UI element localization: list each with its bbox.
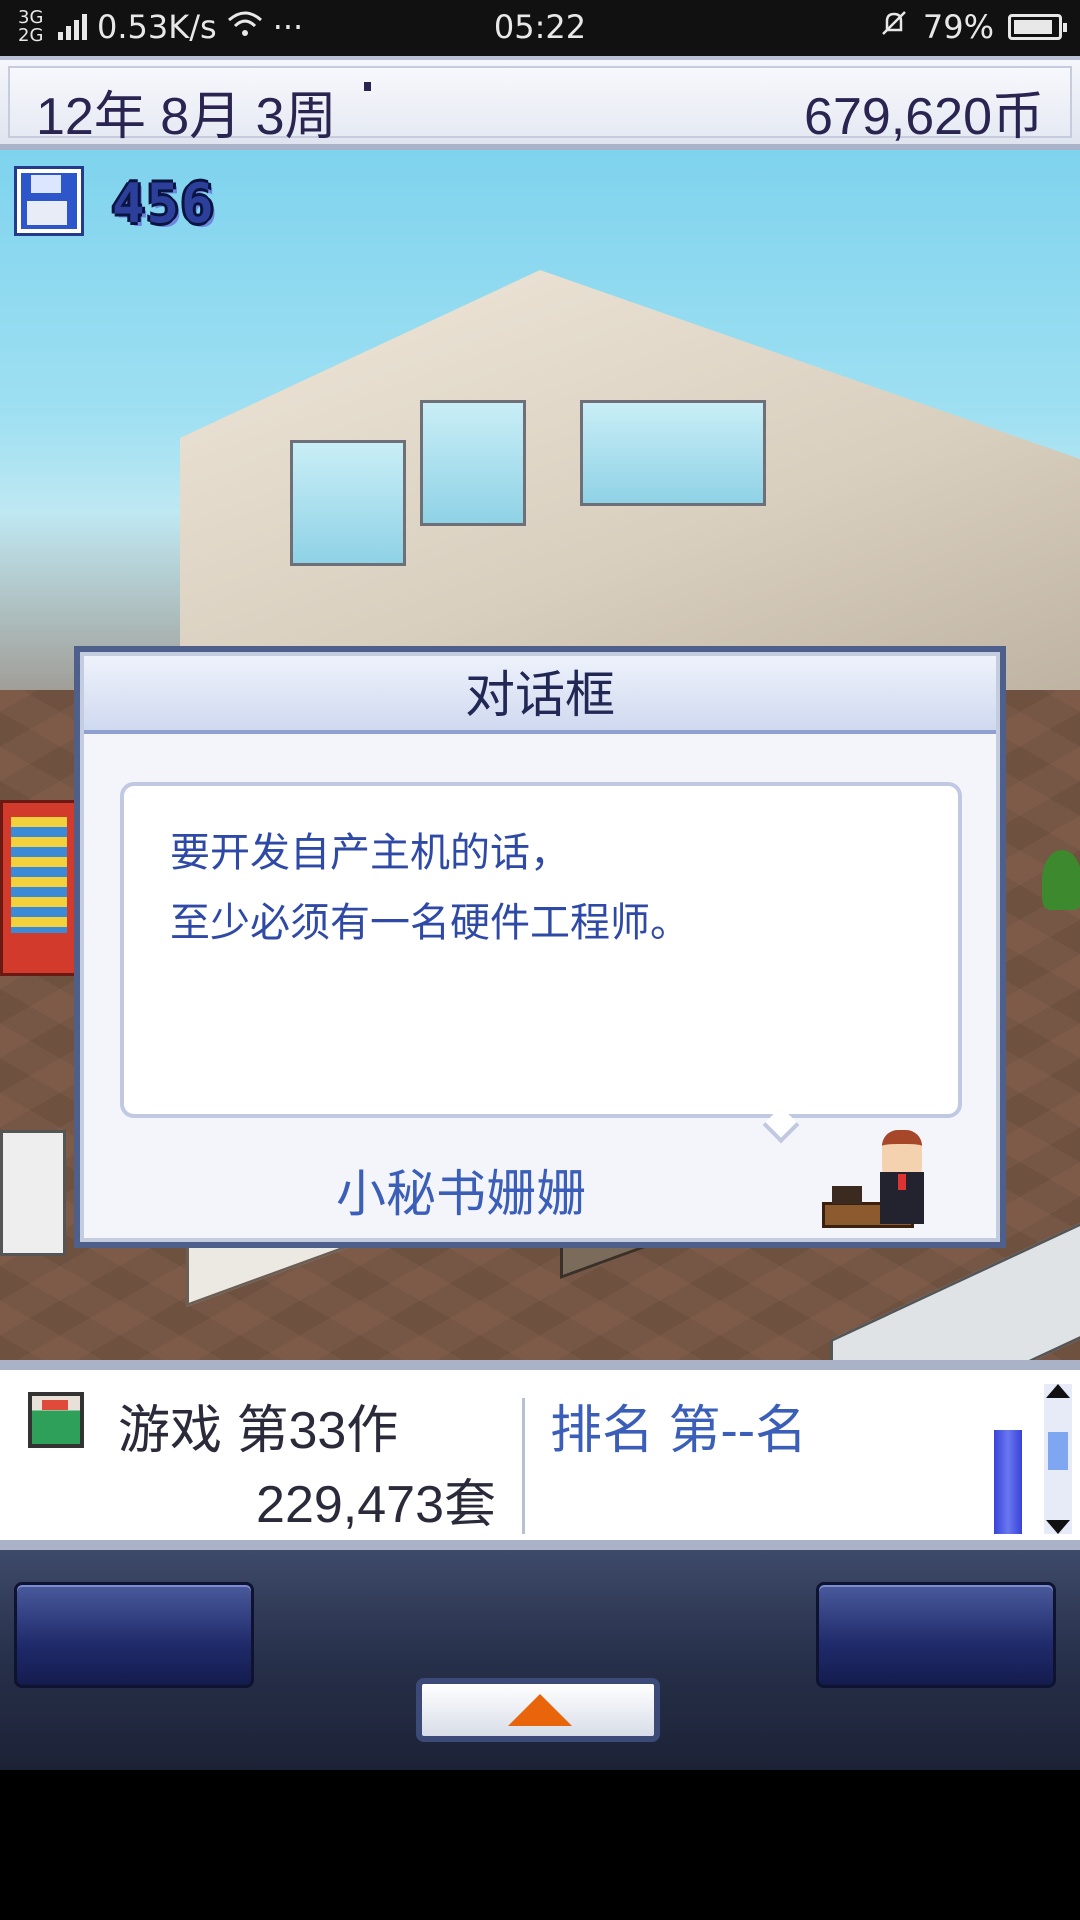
save-icon [14, 166, 84, 236]
battery-percent: 79% [922, 8, 994, 46]
office-scene[interactable]: 456 对话框 要开发自产主机的话， 至少必须有一名硬件工程师。 小秘书姗姗 [0, 150, 1080, 1360]
game-cartridge-icon [28, 1392, 84, 1448]
scroll-down-icon[interactable] [1046, 1520, 1070, 1534]
status-bar: 3G 2G 0.53K/s ··· 05:22 79% [0, 0, 1080, 56]
right-action-button[interactable] [816, 1582, 1056, 1688]
speech-bubble: 要开发自产主机的话， 至少必须有一名硬件工程师。 [120, 782, 962, 1118]
control-bar [0, 1550, 1080, 1770]
info-scrollbar[interactable] [1044, 1384, 1072, 1534]
rank-bar [994, 1430, 1022, 1534]
shelf [0, 1130, 66, 1256]
week-marker [364, 82, 371, 91]
left-action-button[interactable] [14, 1582, 254, 1688]
office-window [420, 400, 526, 526]
game-sales: 229,473套 [256, 1476, 496, 1534]
screen-bottom [0, 1770, 1080, 1920]
speaker-name: 小秘书姗姗 [336, 1166, 586, 1222]
game-date: 12年 8月 3周 [36, 88, 337, 146]
potted-plant [1042, 850, 1080, 910]
game-rank: 排名 第--名 [550, 1402, 808, 1460]
save-count: 456 [112, 172, 216, 235]
vending-machine [0, 800, 78, 976]
dialog-title: 对话框 [84, 656, 996, 734]
panel-divider [522, 1398, 525, 1534]
dialog-box[interactable]: 对话框 要开发自产主机的话， 至少必须有一名硬件工程师。 小秘书姗姗 [74, 646, 1006, 1248]
status-right: 79% [879, 8, 1067, 46]
money-balance: 679,620币 [804, 88, 1044, 146]
game-info-panel[interactable]: 游戏 第33作 229,473套 排名 第--名 [0, 1360, 1080, 1550]
game-title: 游戏 第33作 [118, 1402, 399, 1460]
dialog-message: 要开发自产主机的话， 至少必须有一名硬件工程师。 [170, 830, 690, 946]
battery-icon [1008, 14, 1067, 40]
scroll-up-icon[interactable] [1046, 1384, 1070, 1398]
scroll-thumb[interactable] [1048, 1432, 1068, 1470]
secretary-portrait [822, 1130, 942, 1230]
office-window [580, 400, 766, 506]
office-window [290, 440, 406, 566]
silent-bell-icon [879, 8, 909, 46]
menu-button[interactable] [416, 1678, 660, 1742]
up-arrow-icon [508, 1694, 572, 1726]
top-info-bar: 12年 8月 3周 679,620币 [0, 56, 1080, 150]
